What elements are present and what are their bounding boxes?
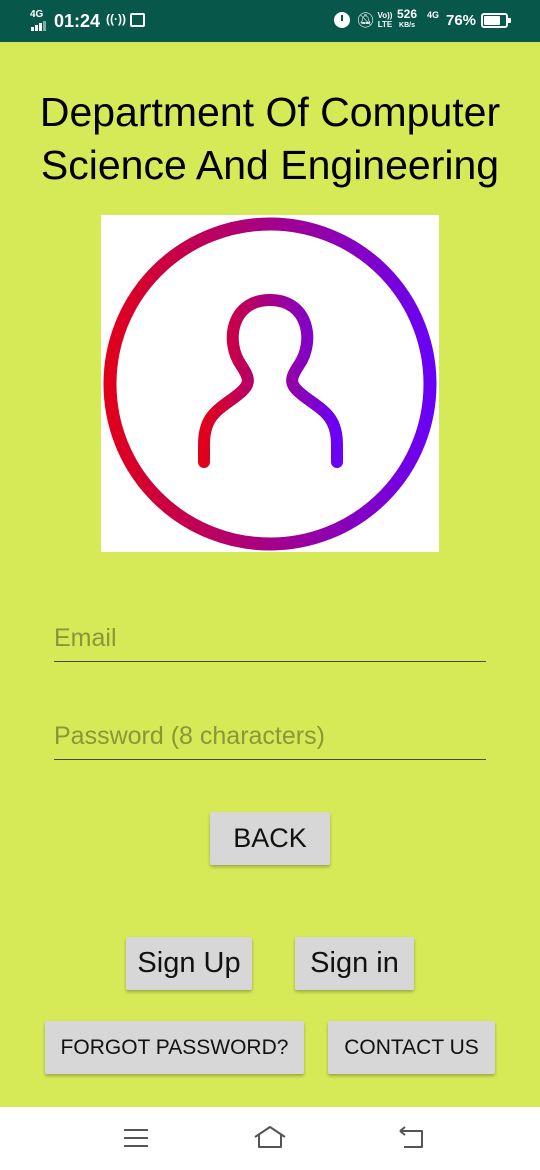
message-icon <box>130 13 145 27</box>
email-field[interactable] <box>54 616 486 662</box>
alarm-icon <box>334 12 350 28</box>
password-field[interactable] <box>54 714 486 760</box>
network-speed: 526 KB/s <box>397 7 418 31</box>
network-type-left: 4G <box>30 9 44 20</box>
network-type-right: 4G <box>427 10 440 20</box>
page-title-line1: Department Of Computer <box>39 89 501 135</box>
network-speed-unit: KB/s <box>399 22 415 29</box>
status-bar: 4G 01:24 ((·)) 🔕︎ Vo)) LTE 526 KB/s 4G 7… <box>0 0 540 42</box>
forgot-password-button[interactable]: FORGOT PASSWORD? <box>45 1021 304 1074</box>
email-input[interactable] <box>54 616 486 661</box>
battery-icon <box>481 13 511 28</box>
password-input[interactable] <box>54 714 486 759</box>
page-title: Department Of Computer Science And Engin… <box>0 86 540 192</box>
back-icon[interactable] <box>398 1125 426 1151</box>
signal-icon <box>31 21 46 31</box>
battery-percent: 76% <box>446 12 477 29</box>
volte-indicator: Vo)) LTE <box>377 11 393 29</box>
network-speed-value: 526 <box>397 7 418 21</box>
mute-icon: 🔕︎ <box>356 12 376 29</box>
sign-in-button[interactable]: Sign in <box>295 937 414 990</box>
back-button[interactable]: BACK <box>210 812 330 865</box>
clock: 01:24 <box>54 11 101 31</box>
navigation-bar <box>0 1107 540 1170</box>
hotspot-icon: ((·)) <box>106 12 126 26</box>
contact-us-button[interactable]: CONTACT US <box>328 1021 495 1074</box>
logo <box>101 215 439 552</box>
menu-icon[interactable] <box>123 1125 149 1151</box>
page-title-line2: Science And Engineering <box>40 142 500 188</box>
home-icon[interactable] <box>253 1125 287 1151</box>
sign-up-button[interactable]: Sign Up <box>126 937 252 990</box>
battery-fill <box>484 16 500 25</box>
user-profile-icon <box>103 217 437 551</box>
